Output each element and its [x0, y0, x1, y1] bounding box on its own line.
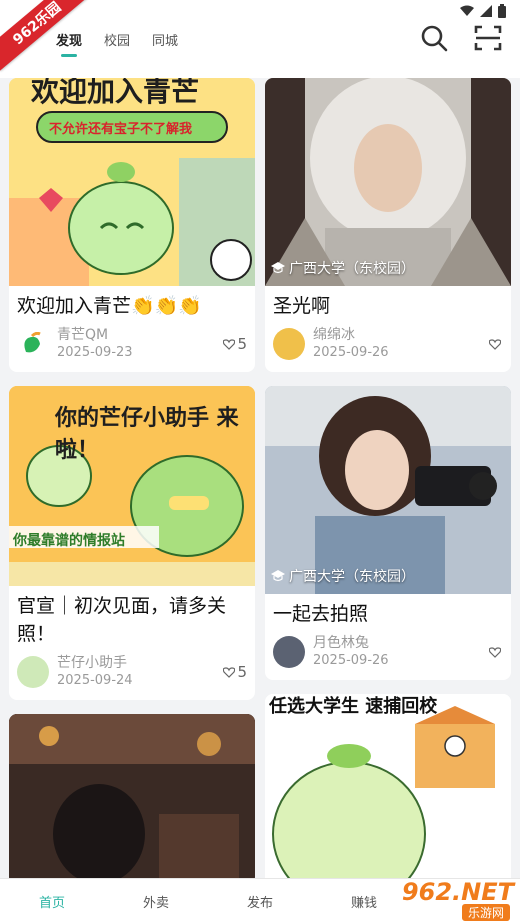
wifi-icon: [460, 5, 474, 16]
post-title: 一起去拍照: [273, 603, 369, 625]
nav-publish[interactable]: 发布: [208, 892, 312, 911]
post-image: 任选大学生 速捕回校: [265, 694, 511, 878]
location-label: 广西大学（东校园）: [289, 569, 415, 585]
watermark-sub: 乐游网: [461, 904, 510, 921]
campus-icon: [271, 262, 285, 274]
scan-icon[interactable]: [474, 25, 502, 51]
post-card[interactable]: [9, 714, 255, 878]
post-date: 2025-09-26: [313, 653, 389, 668]
site-watermark: 962.NET 乐游网: [396, 874, 514, 921]
post-image: [9, 714, 255, 878]
top-header: 发现 校园 同城: [0, 0, 520, 78]
tab-local[interactable]: 同城: [152, 30, 178, 57]
status-bar: [460, 2, 506, 20]
avatar[interactable]: [17, 328, 49, 360]
like-button[interactable]: 5: [223, 663, 247, 681]
post-date: 2025-09-23: [57, 345, 133, 360]
tab-discover[interactable]: 发现: [56, 30, 82, 57]
nav-takeout[interactable]: 外卖: [104, 892, 208, 911]
like-button[interactable]: [489, 338, 503, 350]
post-feed: 欢迎加入青芒 不允许还有宝子不了解我 欢迎加入青芒👏👏👏 青芒QM 2025-0…: [0, 78, 520, 878]
post-meta: 青芒QM 2025-09-23 5: [9, 320, 255, 372]
avatar[interactable]: [273, 636, 305, 668]
campus-icon: [271, 570, 285, 582]
post-title: 官宣｜初次见面，请多关照！: [17, 595, 227, 645]
post-title: 圣光啊: [273, 295, 331, 317]
post-image: 欢迎加入青芒 不允许还有宝子不了解我: [9, 78, 255, 286]
post-card[interactable]: 广西大学（东校园） 一起去拍照 月色林兔 2025-09-26: [265, 386, 511, 680]
post-image: 广西大学（东校园）: [265, 386, 511, 594]
author-name[interactable]: 绵绵冰: [313, 326, 489, 344]
post-card[interactable]: 你的芒仔小助手 来啦！ 你最靠谱的情报站 官宣｜初次见面，请多关照！ 芒仔小助手…: [9, 386, 255, 700]
search-icon[interactable]: [420, 24, 448, 52]
avatar[interactable]: [17, 656, 49, 688]
tab-campus[interactable]: 校园: [104, 30, 130, 57]
post-title: 欢迎加入青芒👏👏👏: [17, 295, 202, 317]
image-headline: 你的芒仔小助手 来啦！: [55, 406, 239, 463]
signal-icon: [480, 5, 492, 17]
feed-column-right: 广西大学（东校园） 圣光啊 绵绵冰 2025-09-26 广西大学（东校园） 一…: [265, 78, 511, 878]
heart-icon: [489, 646, 501, 658]
heart-icon: [489, 338, 501, 350]
post-image: 你的芒仔小助手 来啦！ 你最靠谱的情报站: [9, 386, 255, 586]
like-count: 5: [237, 663, 247, 681]
battery-icon: [498, 4, 506, 18]
watermark-brand: 962.NET: [401, 878, 514, 906]
location-tag[interactable]: 广西大学（东校园）: [271, 258, 415, 278]
author-name[interactable]: 月色林兔: [313, 634, 489, 652]
post-image: 广西大学（东校园）: [265, 78, 511, 286]
top-tabs: 发现 校园 同城: [56, 30, 178, 57]
post-date: 2025-09-24: [57, 673, 133, 688]
post-card[interactable]: 广西大学（东校园） 圣光啊 绵绵冰 2025-09-26: [265, 78, 511, 372]
post-meta: 绵绵冰 2025-09-26: [265, 320, 511, 372]
location-tag[interactable]: 广西大学（东校园）: [271, 566, 415, 586]
like-count: 5: [237, 335, 247, 353]
heart-icon: [223, 338, 236, 350]
avatar[interactable]: [273, 328, 305, 360]
author-name[interactable]: 芒仔小助手: [57, 654, 223, 672]
like-button[interactable]: 5: [223, 335, 247, 353]
image-subtitle: 你最靠谱的情报站: [13, 533, 125, 549]
image-headline: 欢迎加入青芒: [31, 78, 200, 108]
location-label: 广西大学（东校园）: [289, 261, 415, 277]
post-meta: 芒仔小助手 2025-09-24 5: [9, 648, 255, 700]
author-name[interactable]: 青芒QM: [57, 326, 223, 344]
heart-icon: [223, 666, 236, 678]
post-card[interactable]: 任选大学生 速捕回校: [265, 694, 511, 878]
feed-column-left: 欢迎加入青芒 不允许还有宝子不了解我 欢迎加入青芒👏👏👏 青芒QM 2025-0…: [9, 78, 255, 878]
image-headline: 任选大学生 速捕回校: [269, 696, 438, 717]
post-card[interactable]: 欢迎加入青芒 不允许还有宝子不了解我 欢迎加入青芒👏👏👏 青芒QM 2025-0…: [9, 78, 255, 372]
post-date: 2025-09-26: [313, 345, 389, 360]
image-subtitle: 不允许还有宝子不了解我: [49, 122, 193, 137]
like-button[interactable]: [489, 646, 503, 658]
post-meta: 月色林兔 2025-09-26: [265, 628, 511, 680]
nav-home[interactable]: 首页: [0, 892, 104, 911]
top-actions: [420, 24, 502, 52]
